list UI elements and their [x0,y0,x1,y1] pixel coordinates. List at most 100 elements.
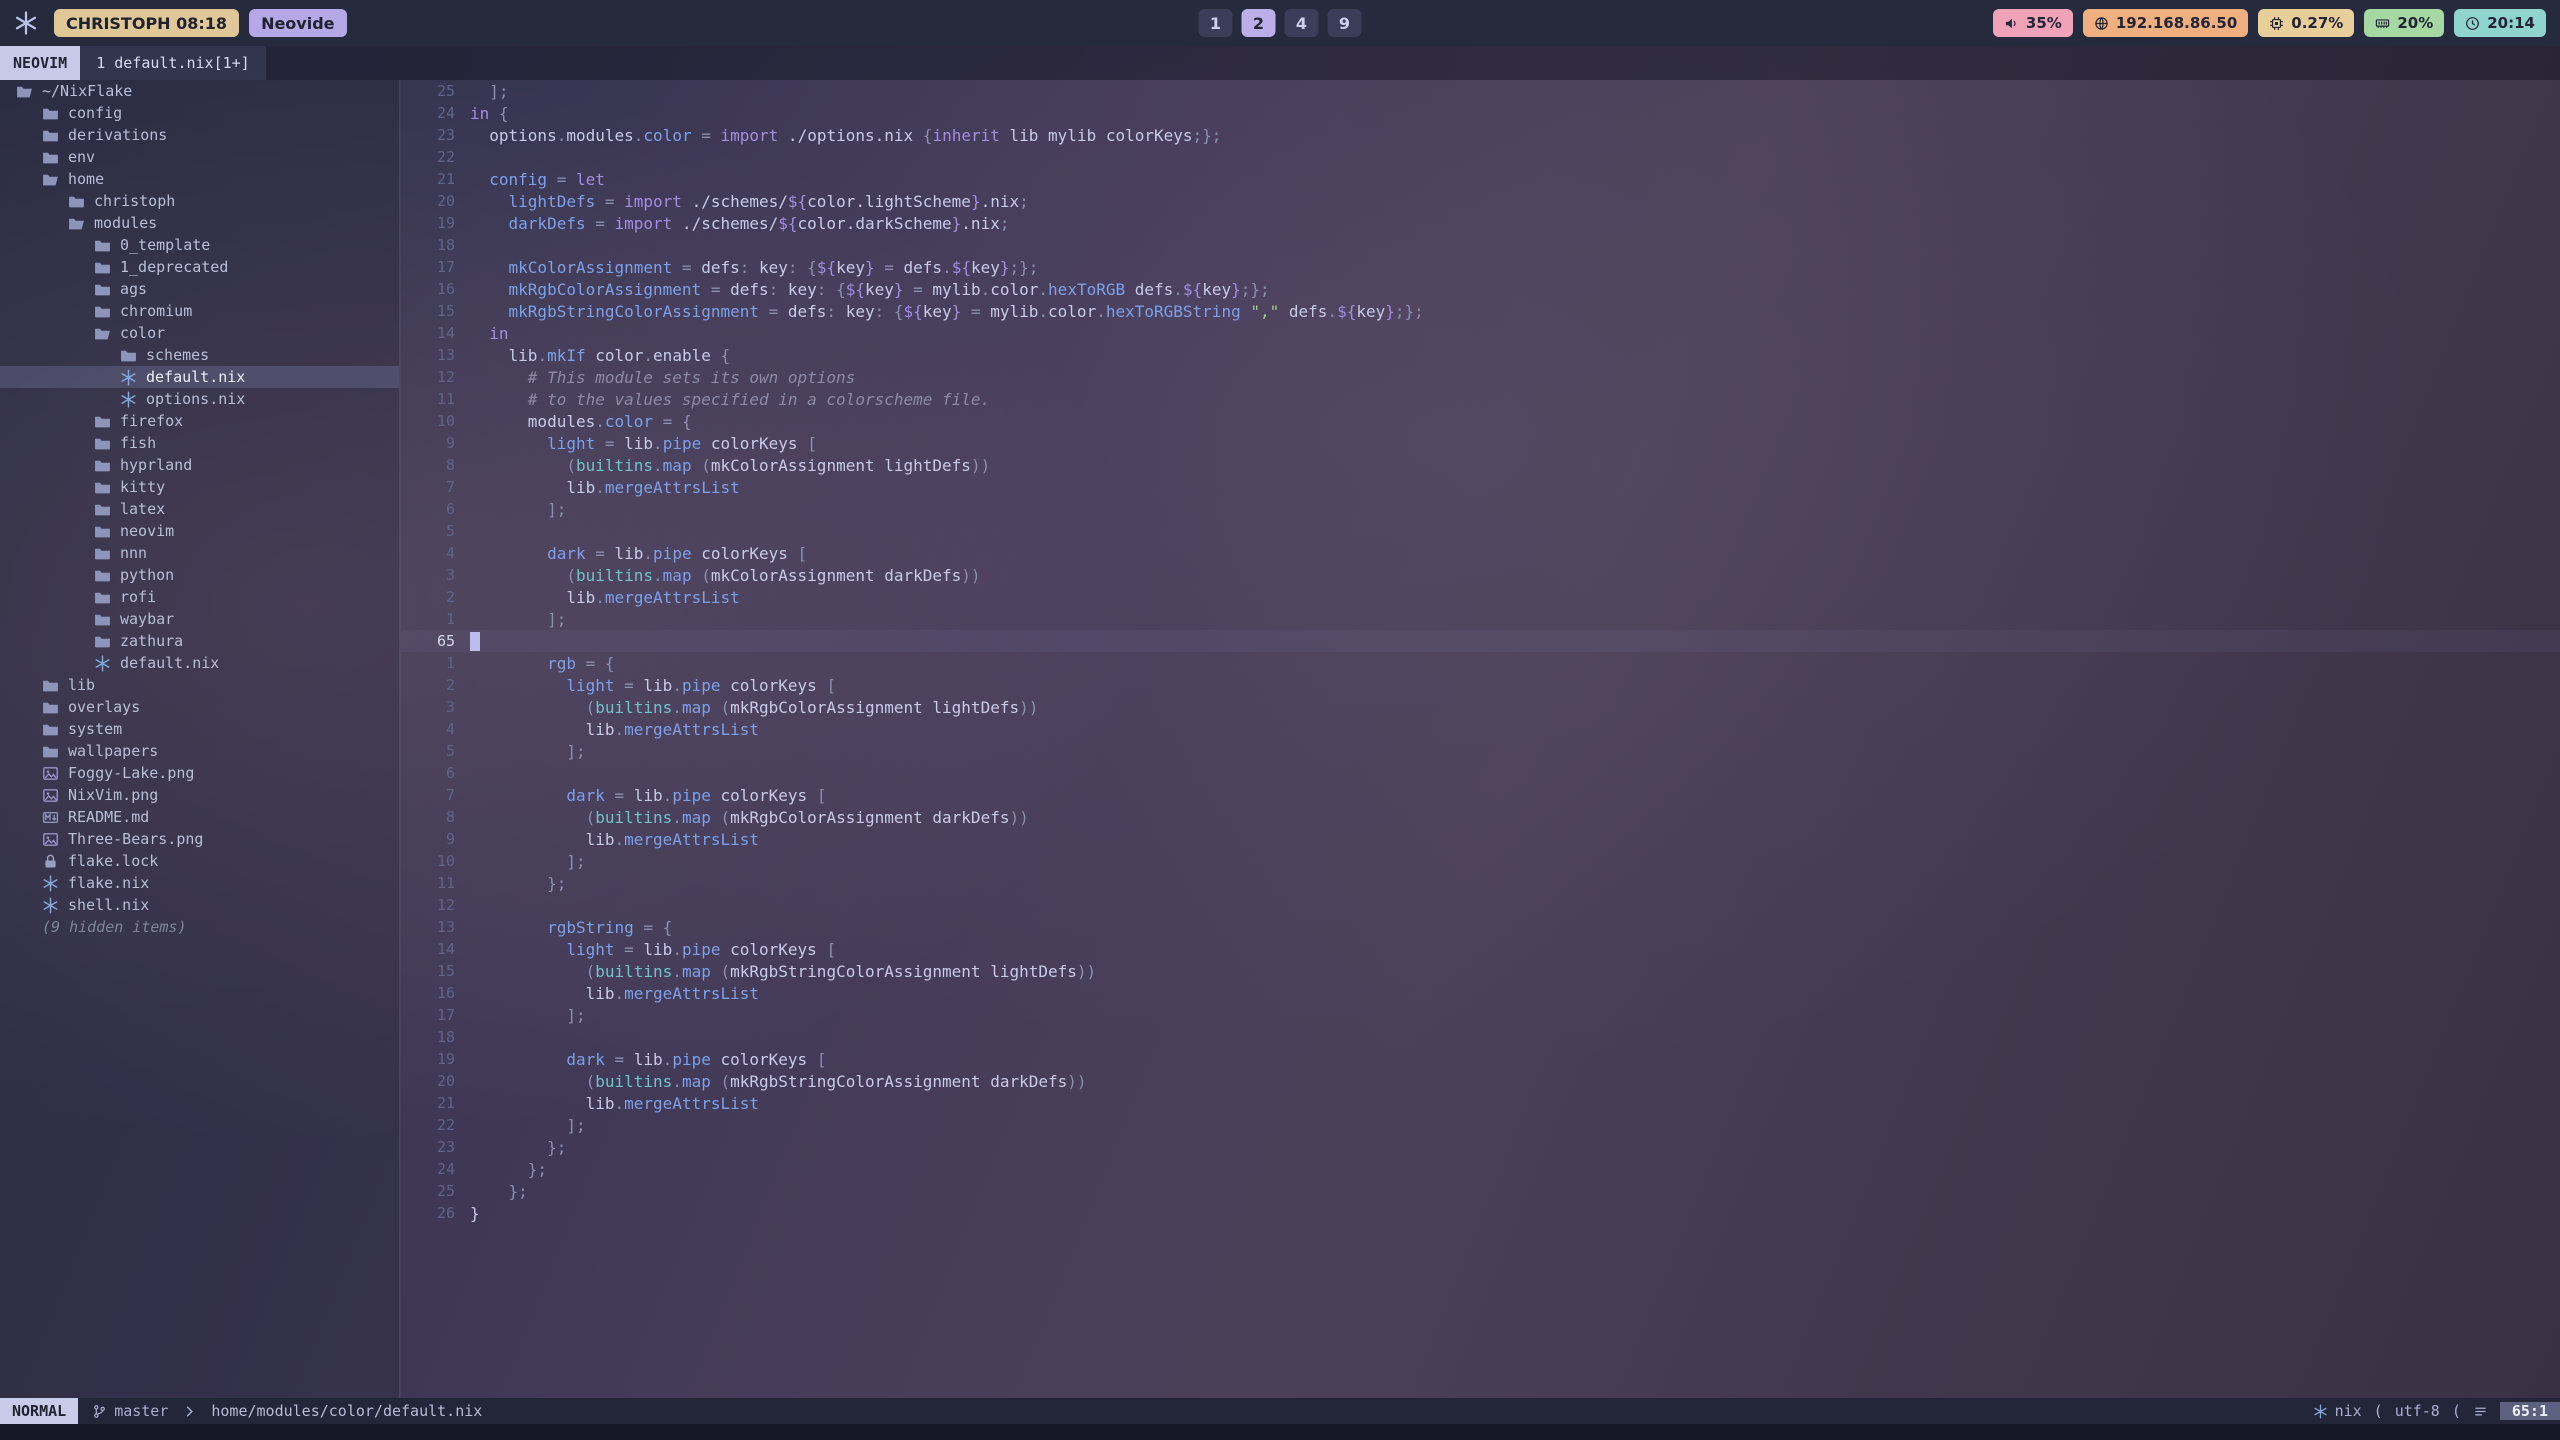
code-line[interactable]: 6 ]; [401,498,2560,520]
tree-item-flake-lock[interactable]: flake.lock [0,850,399,872]
code-line[interactable]: 22 [401,146,2560,168]
code-line[interactable]: 21 lib.mergeAttrsList [401,1092,2560,1114]
code-line[interactable]: 18 [401,234,2560,256]
code-line[interactable]: 17 mkColorAssignment = defs: key: {${key… [401,256,2560,278]
tree-item-chromium[interactable]: chromium [0,300,399,322]
tree-item-derivations[interactable]: derivations [0,124,399,146]
code-line[interactable]: 22 ]; [401,1114,2560,1136]
code-line[interactable]: 8 (builtins.map (mkRgbColorAssignment da… [401,806,2560,828]
code-line[interactable]: 3 (builtins.map (mkRgbColorAssignment li… [401,696,2560,718]
tree-item-9-hidden-items[interactable]: (9 hidden items) [0,916,399,938]
code-line[interactable]: 24in { [401,102,2560,124]
code-line[interactable]: 11 }; [401,872,2560,894]
code-line[interactable]: 65 [401,630,2560,652]
code-line[interactable]: 1 rgb = { [401,652,2560,674]
tree-item-neovim[interactable]: neovim [0,520,399,542]
tree-item-fish[interactable]: fish [0,432,399,454]
code-line[interactable]: 24 }; [401,1158,2560,1180]
tree-item-options-nix[interactable]: options.nix [0,388,399,410]
tree-item-foggy-lake-png[interactable]: Foggy-Lake.png [0,762,399,784]
command-line[interactable] [0,1424,2560,1440]
tree-item-env[interactable]: env [0,146,399,168]
code-line[interactable]: 11 # to the values specified in a colors… [401,388,2560,410]
code-line[interactable]: 5 [401,520,2560,542]
tree-item-0-template[interactable]: 0_template [0,234,399,256]
tree-item-zathura[interactable]: zathura [0,630,399,652]
workspace-button-2[interactable]: 2 [1242,9,1276,37]
tree-item-kitty[interactable]: kitty [0,476,399,498]
code-line[interactable]: 14 in [401,322,2560,344]
code-line[interactable]: 9 lib.mergeAttrsList [401,828,2560,850]
code-line[interactable]: 4 lib.mergeAttrsList [401,718,2560,740]
tree-item-color[interactable]: color [0,322,399,344]
code-line[interactable]: 19 dark = lib.pipe colorKeys [ [401,1048,2560,1070]
code-line[interactable]: 15 mkRgbStringColorAssignment = defs: ke… [401,300,2560,322]
tree-item-overlays[interactable]: overlays [0,696,399,718]
code-line[interactable]: 16 mkRgbColorAssignment = defs: key: {${… [401,278,2560,300]
code-line[interactable]: 4 dark = lib.pipe colorKeys [ [401,542,2560,564]
tree-item-home[interactable]: home [0,168,399,190]
tree-item-1-deprecated[interactable]: 1_deprecated [0,256,399,278]
tree-item-python[interactable]: python [0,564,399,586]
code-line[interactable]: 1 ]; [401,608,2560,630]
code-line[interactable]: 19 darkDefs = import ./schemes/${color.d… [401,212,2560,234]
code-line[interactable]: 5 ]; [401,740,2560,762]
code-line[interactable]: 7 lib.mergeAttrsList [401,476,2560,498]
stat-35[interactable]: 35% [1993,9,2073,37]
workspace-button-1[interactable]: 1 [1199,9,1233,37]
code-line[interactable]: 7 dark = lib.pipe colorKeys [ [401,784,2560,806]
code-line[interactable]: 25 ]; [401,80,2560,102]
tree-item-latex[interactable]: latex [0,498,399,520]
workspace-button-9[interactable]: 9 [1328,9,1362,37]
stat-0-27[interactable]: 0.27% [2258,9,2354,37]
code-line[interactable]: 2 light = lib.pipe colorKeys [ [401,674,2560,696]
tree-item-readme-md[interactable]: README.md [0,806,399,828]
tree-item-wallpapers[interactable]: wallpapers [0,740,399,762]
code-line[interactable]: 9 light = lib.pipe colorKeys [ [401,432,2560,454]
code-line[interactable]: 25 }; [401,1180,2560,1202]
code-line[interactable]: 6 [401,762,2560,784]
stat-192-168-86-50[interactable]: 192.168.86.50 [2083,9,2248,37]
code-line[interactable]: 10 modules.color = { [401,410,2560,432]
code-line[interactable]: 18 [401,1026,2560,1048]
code-line[interactable]: 12 [401,894,2560,916]
code-line[interactable]: 26} [401,1202,2560,1224]
tree-item-modules[interactable]: modules [0,212,399,234]
code-line[interactable]: 15 (builtins.map (mkRgbStringColorAssign… [401,960,2560,982]
workspace-button-4[interactable]: 4 [1285,9,1319,37]
tree-item-lib[interactable]: lib [0,674,399,696]
code-line[interactable]: 20 (builtins.map (mkRgbStringColorAssign… [401,1070,2560,1092]
tree-item-system[interactable]: system [0,718,399,740]
code-line[interactable]: 17 ]; [401,1004,2560,1026]
code-line[interactable]: 23 }; [401,1136,2560,1158]
tree-item-hyprland[interactable]: hyprland [0,454,399,476]
tree-item-ags[interactable]: ags [0,278,399,300]
code-line[interactable]: 16 lib.mergeAttrsList [401,982,2560,1004]
buffer-tab[interactable]: 1 default.nix[1+] [80,46,266,80]
code-line[interactable]: 13 lib.mkIf color.enable { [401,344,2560,366]
code-line[interactable]: 8 (builtins.map (mkColorAssignment light… [401,454,2560,476]
tree-item-nixvim-png[interactable]: NixVim.png [0,784,399,806]
tree-item-christoph[interactable]: christoph [0,190,399,212]
tree-item-firefox[interactable]: firefox [0,410,399,432]
tree-item-shell-nix[interactable]: shell.nix [0,894,399,916]
code-line[interactable]: 13 rgbString = { [401,916,2560,938]
tree-item-nixflake[interactable]: ~/NixFlake [0,80,399,102]
tree-item-nnn[interactable]: nnn [0,542,399,564]
tree-item-rofi[interactable]: rofi [0,586,399,608]
code-line[interactable]: 23 options.modules.color = import ./opti… [401,124,2560,146]
tree-item-config[interactable]: config [0,102,399,124]
tree-item-flake-nix[interactable]: flake.nix [0,872,399,894]
code-line[interactable]: 20 lightDefs = import ./schemes/${color.… [401,190,2560,212]
code-line[interactable]: 10 ]; [401,850,2560,872]
code-line[interactable]: 3 (builtins.map (mkColorAssignment darkD… [401,564,2560,586]
tree-item-waybar[interactable]: waybar [0,608,399,630]
code-line[interactable]: 12 # This module sets its own options [401,366,2560,388]
editor[interactable]: 25 ];24in {23 options.modules.color = im… [401,80,2560,1398]
stat-20-14[interactable]: 20:14 [2454,9,2546,37]
tree-item-three-bears-png[interactable]: Three-Bears.png [0,828,399,850]
code-line[interactable]: 2 lib.mergeAttrsList [401,586,2560,608]
tree-item-schemes[interactable]: schemes [0,344,399,366]
stat-20[interactable]: 20% [2364,9,2444,37]
code-line[interactable]: 14 light = lib.pipe colorKeys [ [401,938,2560,960]
